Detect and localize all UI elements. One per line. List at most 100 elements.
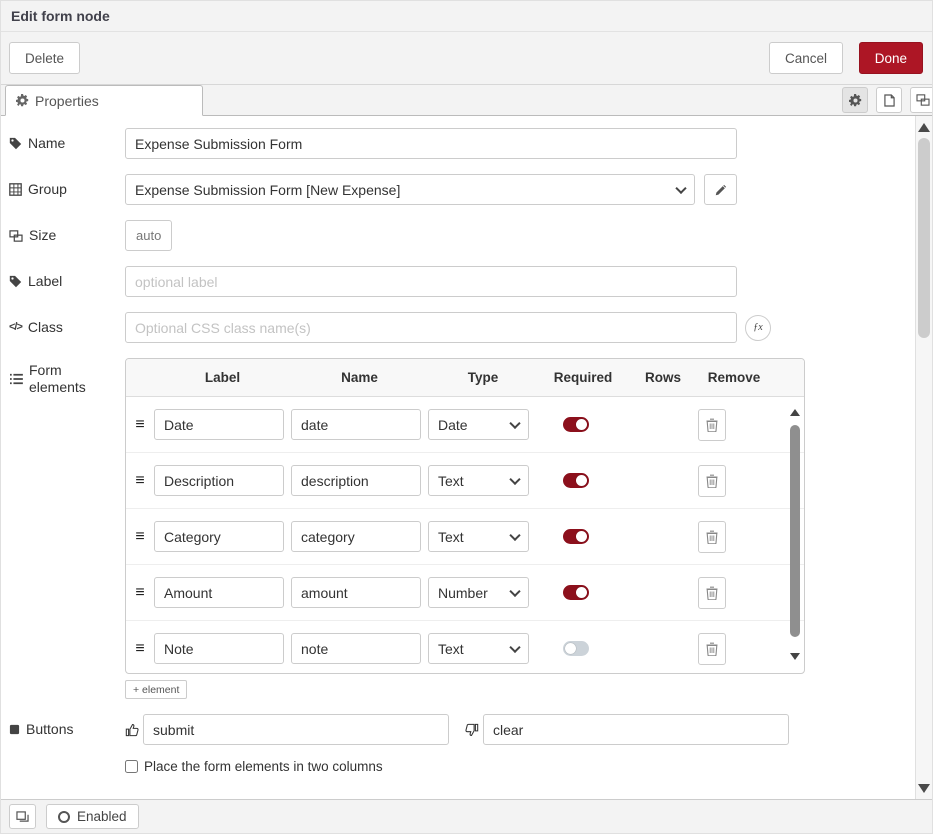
panel-scrollbar[interactable]	[915, 116, 932, 801]
element-name-input[interactable]	[291, 409, 421, 440]
element-label-input[interactable]	[154, 409, 284, 440]
remove-element-button[interactable]	[698, 521, 726, 553]
drag-handle-icon[interactable]: ≡	[126, 472, 154, 490]
node-appearance-button[interactable]	[910, 87, 933, 113]
node-scope-button[interactable]	[9, 804, 36, 829]
form-element-row: ≡ Text	[126, 621, 804, 673]
element-name-input[interactable]	[291, 465, 421, 496]
required-toggle[interactable]	[563, 641, 589, 656]
panel-scrollbar-thumb[interactable]	[918, 138, 930, 338]
list-scrollbar[interactable]	[788, 399, 802, 669]
element-type-select[interactable]: Text	[428, 521, 529, 552]
name-input[interactable]	[125, 128, 737, 159]
two-columns-label[interactable]: Place the form elements in two columns	[144, 759, 383, 774]
layers-icon	[16, 811, 29, 823]
tab-properties[interactable]: Properties	[5, 85, 203, 116]
square-icon	[9, 724, 20, 735]
add-element-button[interactable]: + element	[125, 680, 187, 699]
form-element-row: ≡ Number	[126, 565, 804, 621]
name-row: Name	[9, 128, 915, 159]
pencil-icon	[715, 184, 727, 196]
trash-icon	[706, 586, 718, 600]
remove-element-button[interactable]	[698, 577, 726, 609]
element-type-select[interactable]: Number	[428, 577, 529, 608]
required-toggle[interactable]	[563, 529, 589, 544]
gear-icon	[16, 94, 29, 107]
scroll-down-arrow-icon[interactable]	[916, 779, 932, 797]
toggle-knob	[565, 643, 576, 654]
node-enabled-toggle[interactable]: Enabled	[46, 804, 139, 829]
form-element-row: ≡ Date	[126, 397, 804, 453]
col-header-type: Type	[428, 370, 538, 385]
properties-panel: Name Group Expense Submission Form [New …	[1, 116, 915, 799]
toggle-knob	[576, 475, 587, 486]
edit-group-button[interactable]	[704, 174, 737, 205]
label-row: Label	[9, 266, 915, 297]
form-elements-table-header: Label Name Type Required Rows Remove	[126, 359, 804, 397]
delete-button[interactable]: Delete	[9, 42, 80, 74]
required-toggle[interactable]	[563, 585, 589, 600]
toggle-knob	[576, 531, 587, 542]
two-columns-checkbox[interactable]	[125, 760, 138, 773]
element-name-input[interactable]	[291, 521, 421, 552]
remove-element-button[interactable]	[698, 409, 726, 441]
size-label: Size	[9, 227, 125, 244]
remove-element-button[interactable]	[698, 465, 726, 497]
remove-element-button[interactable]	[698, 633, 726, 665]
list-icon	[9, 373, 23, 385]
scroll-up-arrow-icon[interactable]	[916, 118, 932, 136]
drag-handle-icon[interactable]: ≡	[126, 584, 154, 602]
col-header-required: Required	[538, 370, 628, 385]
buttons-inputs	[125, 714, 789, 745]
required-toggle[interactable]	[563, 417, 589, 432]
element-label-input[interactable]	[154, 633, 284, 664]
object-group-icon	[916, 94, 930, 106]
form-elements-row: Form elements Label Name Type Required R…	[9, 358, 915, 699]
drag-handle-icon[interactable]: ≡	[126, 640, 154, 658]
element-type-select[interactable]: Text	[428, 633, 529, 664]
size-row: Size auto	[9, 220, 915, 251]
form-element-row: ≡ Text	[126, 509, 804, 565]
drag-handle-icon[interactable]: ≡	[126, 528, 154, 546]
element-label-input[interactable]	[154, 465, 284, 496]
submit-button-label-input[interactable]	[143, 714, 449, 745]
col-header-label: Label	[154, 370, 291, 385]
dialog-toolbar: Delete Cancel Done	[1, 32, 932, 85]
class-helper-button[interactable]: ƒx	[745, 315, 771, 341]
two-columns-row: Place the form elements in two columns	[125, 759, 915, 774]
required-toggle[interactable]	[563, 473, 589, 488]
thumbs-down-icon	[465, 723, 479, 737]
scroll-down-arrow-icon[interactable]	[788, 649, 802, 663]
element-name-input[interactable]	[291, 633, 421, 664]
class-input[interactable]	[125, 312, 737, 343]
node-description-button[interactable]	[876, 87, 902, 113]
class-row: </> Class ƒx	[9, 312, 915, 343]
trash-icon	[706, 474, 718, 488]
scroll-up-arrow-icon[interactable]	[788, 405, 802, 419]
toggle-knob	[576, 419, 587, 430]
done-button[interactable]: Done	[859, 42, 923, 74]
node-settings-button[interactable]	[842, 87, 868, 113]
code-icon: </>	[9, 319, 22, 336]
trash-icon	[706, 642, 718, 656]
list-scrollbar-thumb[interactable]	[790, 425, 800, 637]
element-name-input[interactable]	[291, 577, 421, 608]
form-element-row: ≡ Text	[126, 453, 804, 509]
circle-icon	[58, 811, 70, 823]
clear-button-label-input[interactable]	[483, 714, 789, 745]
label-input[interactable]	[125, 266, 737, 297]
element-type-select[interactable]: Date	[428, 409, 529, 440]
element-label-input[interactable]	[154, 577, 284, 608]
size-auto-button[interactable]: auto	[125, 220, 172, 251]
enabled-label: Enabled	[77, 809, 127, 824]
cancel-button[interactable]: Cancel	[769, 42, 843, 74]
drag-handle-icon[interactable]: ≡	[126, 416, 154, 434]
group-select[interactable]: Expense Submission Form [New Expense]	[125, 174, 695, 205]
toggle-knob	[576, 587, 587, 598]
col-header-name: Name	[291, 370, 428, 385]
fx-icon: ƒx	[753, 322, 762, 333]
element-type-select[interactable]: Text	[428, 465, 529, 496]
dialog-header: Edit form node	[1, 1, 932, 32]
element-label-input[interactable]	[154, 521, 284, 552]
form-elements-editor: Label Name Type Required Rows Remove ≡	[125, 358, 805, 699]
